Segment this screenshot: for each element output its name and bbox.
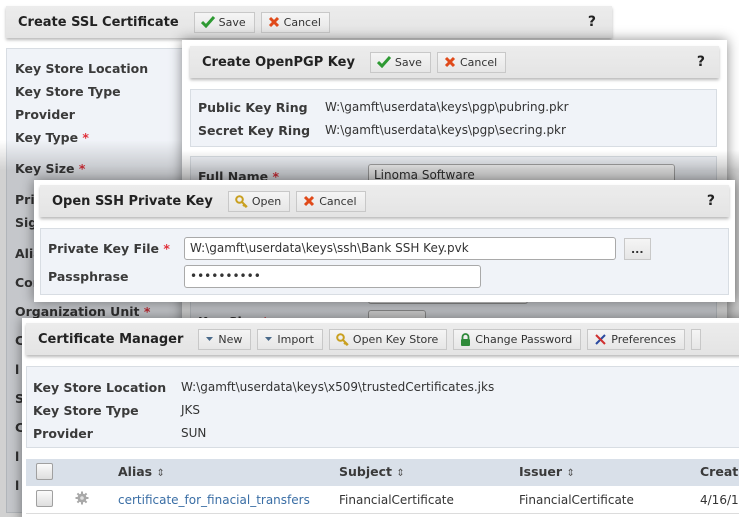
alias-link[interactable]: certificate_for_finacial_transfers	[118, 493, 310, 507]
pgp-secret-key-ring-value: W:\gamft\userdata\keys\pgp\secring.pkr	[325, 123, 566, 137]
ssl-label-key-type: Key Type *	[15, 130, 89, 145]
cert-manager-header: Certificate Manager New Import Open Key …	[26, 323, 739, 355]
ssh-private-key-file-label: Private Key File *	[48, 241, 170, 256]
sort-icon: ⇕	[156, 468, 165, 479]
sort-icon: ⇕	[396, 468, 405, 479]
certificate-manager-panel: Certificate Manager New Import Open Key …	[22, 318, 739, 517]
key-store-type-value: JKS	[181, 403, 201, 417]
ssl-label-hidden-6: l	[15, 478, 20, 493]
issuer-cell: FinancialCertificate	[519, 493, 634, 507]
checkmark-icon	[200, 16, 215, 28]
checkmark-icon	[376, 56, 391, 68]
key-store-type-label: Key Store Type	[33, 403, 139, 418]
key-store-location-label: Key Store Location	[33, 380, 167, 395]
ssl-label-key-store-type: Key Store Type	[15, 84, 121, 99]
key-icon	[336, 332, 349, 346]
pgp-help-button[interactable]: ?	[697, 54, 705, 70]
tools-icon	[594, 333, 607, 346]
ssl-cancel-button[interactable]: Cancel	[260, 11, 330, 33]
ssh-private-key-file-input[interactable]: W:\gamft\userdata\keys\ssh\Bank SSH Key.…	[184, 237, 616, 260]
pgp-secret-key-ring-label: Secret Key Ring	[198, 123, 311, 138]
column-header-creation[interactable]: Creati	[700, 464, 739, 479]
ssh-dialog-header: Open SSH Private Key Open Cancel ?	[40, 185, 729, 217]
ssh-private-key-dialog: Open SSH Private Key Open Cancel ? Priva…	[34, 180, 735, 302]
ssh-browse-button[interactable]: ...	[624, 238, 651, 260]
ssl-label-key-store-location: Key Store Location	[15, 61, 149, 76]
ssl-label-pri: Pri	[15, 192, 35, 207]
preferences-button[interactable]: Preferences	[587, 328, 685, 350]
dropdown-arrow-icon	[264, 336, 273, 342]
ssh-cancel-button[interactable]: Cancel	[296, 190, 366, 212]
row-checkbox[interactable]	[36, 490, 53, 507]
close-x-icon	[444, 56, 456, 68]
ssl-label-hidden-2: l	[15, 362, 20, 377]
ssh-passphrase-label: Passphrase	[48, 269, 129, 284]
ssl-label-hidden-5: l	[15, 449, 20, 464]
subject-cell: FinancialCertificate	[339, 493, 454, 507]
provider-label: Provider	[33, 426, 93, 441]
ssl-label-provider: Provider	[15, 107, 75, 122]
pgp-public-key-ring-label: Public Key Ring	[198, 100, 308, 115]
ssl-dialog-header: Create SSL Certificate Save Cancel ?	[6, 6, 612, 38]
more-toolbar-button[interactable]	[691, 328, 701, 350]
dropdown-arrow-icon	[205, 336, 214, 342]
ssl-label-organization-unit: Organization Unit *	[15, 304, 151, 319]
sort-icon: ⇕	[566, 468, 575, 479]
column-header-subject[interactable]: Subject ⇕	[339, 464, 405, 479]
pgp-keyring-info	[190, 89, 717, 147]
cert-manager-title: Certificate Manager	[38, 331, 184, 347]
ssh-dialog-title: Open SSH Private Key	[52, 193, 213, 209]
pgp-save-button[interactable]: Save	[369, 51, 431, 73]
pgp-dialog-title: Create OpenPGP Key	[202, 54, 355, 70]
ssh-open-button[interactable]: Open	[227, 190, 291, 212]
change-password-button[interactable]: Change Password	[453, 328, 582, 350]
pgp-dialog-header: Create OpenPGP Key Save Cancel ?	[190, 46, 719, 78]
import-button[interactable]: Import	[257, 328, 323, 350]
column-header-alias[interactable]: Alias ⇕	[118, 464, 165, 479]
lock-icon	[460, 332, 471, 346]
created-cell: 4/16/1	[700, 493, 739, 507]
pgp-cancel-button[interactable]: Cancel	[436, 51, 507, 73]
ssl-save-button[interactable]: Save	[193, 11, 255, 33]
provider-value: SUN	[181, 426, 207, 440]
pgp-public-key-ring-value: W:\gamft\userdata\keys\pgp\pubring.pkr	[325, 100, 569, 114]
close-x-icon	[268, 16, 280, 28]
ssl-dialog-title: Create SSL Certificate	[18, 14, 179, 30]
ssh-help-button[interactable]: ?	[707, 193, 715, 209]
close-x-icon	[303, 195, 315, 207]
ssl-label-key-size: Key Size *	[15, 161, 86, 176]
gear-icon[interactable]	[75, 491, 89, 508]
select-all-checkbox[interactable]	[36, 463, 53, 480]
open-key-store-button[interactable]: Open Key Store	[328, 328, 448, 350]
key-store-location-value: W:\gamft\userdata\keys\x509\trustedCerti…	[181, 380, 495, 394]
key-icon	[235, 194, 248, 208]
column-header-issuer[interactable]: Issuer ⇕	[519, 464, 575, 479]
ssh-passphrase-input[interactable]: ••••••••••	[184, 265, 481, 288]
new-button[interactable]: New	[198, 328, 252, 350]
ssl-help-button[interactable]: ?	[588, 14, 596, 30]
